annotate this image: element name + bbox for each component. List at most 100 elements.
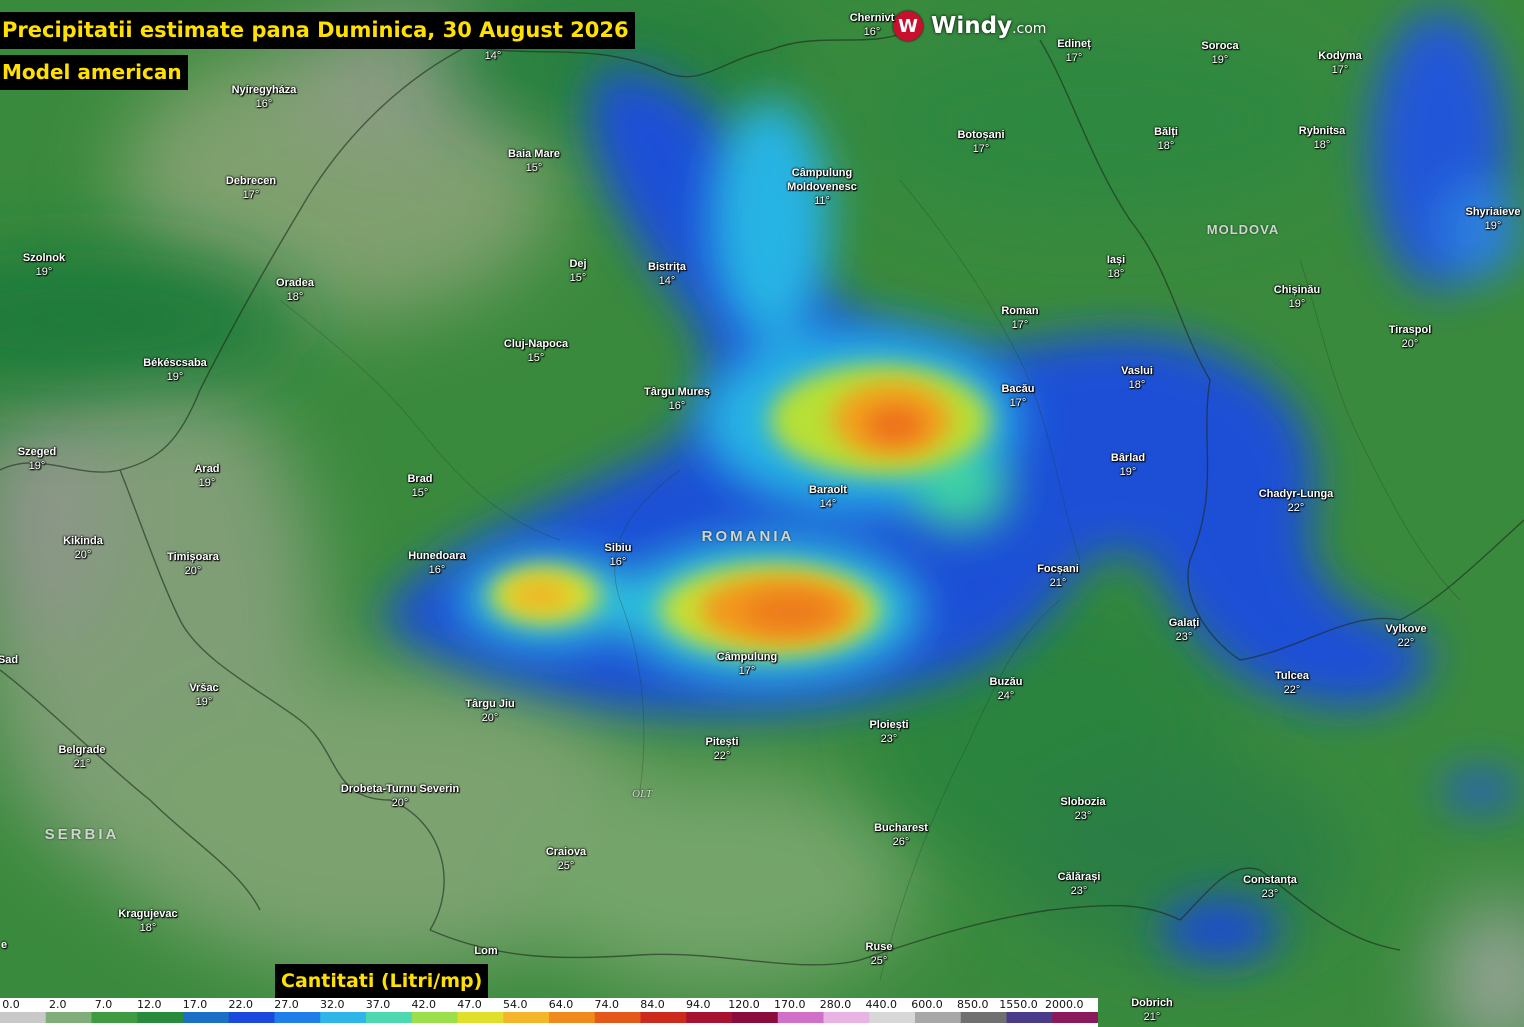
city-focsani[interactable]: Focșani 21° (1037, 562, 1079, 590)
city-vrsac[interactable]: Vršac 19° (189, 681, 218, 709)
city-baraolt[interactable]: Baraolt 14° (809, 483, 847, 511)
city-shyriaieve[interactable]: Shyriaieve 19° (1465, 205, 1520, 233)
city-west-edge[interactable]: e (1, 938, 7, 952)
city-temperature: 19° (1211, 54, 1229, 66)
scale-tick: 94.0 (686, 998, 711, 1011)
city-cluj-napoca[interactable]: Cluj-Napoca 15° (504, 337, 568, 365)
city-debrecen[interactable]: Debrecen 17° (226, 174, 276, 202)
city-temperature: 16° (255, 98, 273, 110)
city-pitesti[interactable]: Pitești 22° (705, 735, 738, 763)
city-belgrade[interactable]: Belgrade 21° (58, 743, 105, 771)
scale-color-segment (0, 1012, 47, 1023)
city-name: Shyriaieve (1465, 206, 1521, 218)
city-kragujevac[interactable]: Kragujevac 18° (118, 907, 177, 935)
city-kodyma[interactable]: Kodyma 17° (1318, 49, 1361, 77)
city-temperature: 17° (972, 143, 990, 155)
city-name: Arad (194, 463, 220, 475)
city-vylkove[interactable]: Vylkove 22° (1385, 622, 1426, 650)
scale-color-segment (457, 1012, 504, 1023)
city-temperature: 23° (1175, 631, 1193, 643)
scale-tick: 2.0 (49, 998, 67, 1011)
city-temperature: 20° (391, 797, 409, 809)
city-roman[interactable]: Roman 17° (1001, 304, 1038, 332)
city-targu-jiu[interactable]: Târgu Jiu 20° (465, 697, 515, 725)
city-novi-sad[interactable]: Sad (0, 653, 18, 667)
city-temperature: 16° (668, 400, 686, 412)
windy-logo[interactable]: W Windy.com (893, 9, 1046, 43)
city-name: Câmpulung Moldovenesc (787, 167, 857, 193)
city-temperature: 23° (1074, 810, 1092, 822)
city-temperature: 19° (35, 266, 53, 278)
windy-brand-name: Windy (931, 13, 1013, 39)
city-name: Lom (474, 945, 498, 957)
city-calarasi[interactable]: Călărași 23° (1058, 870, 1101, 898)
city-temperature: 22° (1283, 684, 1301, 696)
scale-tick: 47.0 (457, 998, 482, 1011)
city-chadyr-lunga[interactable]: Chadyr-Lunga 22° (1259, 487, 1334, 515)
city-campulung-moldovenesc[interactable]: Câmpulung Moldovenesc 11° (787, 166, 857, 208)
city-campulung[interactable]: Câmpulung 17° (717, 650, 778, 678)
city-slobozia[interactable]: Slobozia 23° (1060, 795, 1105, 823)
city-temperature: 15° (411, 487, 429, 499)
city-ruse[interactable]: Ruse 25° (866, 940, 893, 968)
city-drobeta[interactable]: Drobeta-Turnu Severin 20° (341, 782, 459, 810)
scale-color-segment (45, 1012, 92, 1023)
city-craiova[interactable]: Craiova 25° (546, 845, 586, 873)
city-targu-mures[interactable]: Târgu Mureș 16° (644, 385, 710, 413)
city-bucharest[interactable]: Bucharest 26° (874, 821, 928, 849)
city-timisoara[interactable]: Timișoara 20° (167, 550, 219, 578)
city-sibiu[interactable]: Sibiu 16° (605, 541, 632, 569)
city-kikinda[interactable]: Kikinda 20° (63, 534, 103, 562)
city-tiraspol[interactable]: Tiraspol 20° (1389, 323, 1432, 351)
precipitation-color-scale: 0.0 2.0 7.0 12.0 17.0 22.0 27.0 32.0 37.0 42.0 47.… (0, 998, 1098, 1027)
city-name: Oradea (276, 277, 314, 289)
city-temperature: 18° (1107, 268, 1125, 280)
city-barlad[interactable]: Bârlad 19° (1111, 451, 1145, 479)
city-galati[interactable]: Galați 23° (1169, 616, 1200, 644)
city-arad[interactable]: Arad 19° (194, 462, 219, 490)
city-name: Brad (407, 473, 433, 485)
city-baia-mare[interactable]: Baia Mare 15° (508, 147, 560, 175)
city-edinet[interactable]: Edineț 17° (1057, 37, 1091, 65)
city-temperature: 22° (1397, 637, 1415, 649)
city-botosani[interactable]: Botoșani 17° (957, 128, 1004, 156)
scale-color-segment (823, 1012, 870, 1023)
city-chernivtsi[interactable]: Chernivt 16° (850, 11, 895, 39)
city-brad[interactable]: Brad 15° (407, 472, 432, 500)
city-soroca[interactable]: Soroca 19° (1201, 39, 1238, 67)
city-temperature: 17° (1331, 64, 1349, 76)
city-balti[interactable]: Bălți 18° (1154, 125, 1178, 153)
city-vaslui[interactable]: Vaslui 18° (1121, 364, 1153, 392)
city-temperature: 14° (484, 50, 502, 62)
city-dej[interactable]: Dej 15° (569, 257, 586, 285)
city-chisinau[interactable]: Chișinău 19° (1274, 283, 1320, 311)
country-label-romania: ROMANIA (701, 528, 795, 545)
city-temperature: 24° (997, 690, 1015, 702)
city-name: Vršac (189, 682, 219, 694)
city-tulcea[interactable]: Tulcea 22° (1275, 669, 1309, 697)
city-lom[interactable]: Lom (474, 944, 497, 958)
city-buzau[interactable]: Buzău 24° (990, 675, 1023, 703)
city-iasi[interactable]: Iași 18° (1107, 253, 1125, 281)
scale-color-segment (1052, 1012, 1098, 1023)
scale-tick: 22.0 (228, 998, 254, 1011)
city-szeged[interactable]: Szeged 19° (18, 445, 57, 473)
city-dobrich[interactable]: Dobrich 21° (1131, 996, 1173, 1024)
scale-color-segment (183, 1012, 230, 1023)
city-nyiregyhaza[interactable]: Nyíregyháza 16° (232, 83, 297, 111)
city-name: Edineț (1057, 38, 1091, 50)
city-temperature: 17° (1011, 319, 1029, 331)
city-north-unnamed[interactable]: 14° (485, 49, 502, 63)
city-bekescsaba[interactable]: Békéscsaba 19° (143, 356, 207, 384)
city-bacau[interactable]: Bacău 17° (1001, 382, 1034, 410)
city-bistrita[interactable]: Bistrița 14° (648, 260, 686, 288)
city-oradea[interactable]: Oradea 18° (276, 276, 314, 304)
city-rybnitsa[interactable]: Rybnitsa 18° (1299, 124, 1345, 152)
city-hunedoara[interactable]: Hunedoara 16° (408, 549, 465, 577)
city-temperature: 17° (1009, 397, 1027, 409)
city-name: Sibiu (604, 542, 632, 554)
city-ploiesti[interactable]: Ploiești 23° (869, 718, 908, 746)
city-name: Botoșani (957, 129, 1005, 141)
city-szolnok[interactable]: Szolnok 19° (23, 251, 65, 279)
city-constanta[interactable]: Constanța 23° (1243, 873, 1297, 901)
